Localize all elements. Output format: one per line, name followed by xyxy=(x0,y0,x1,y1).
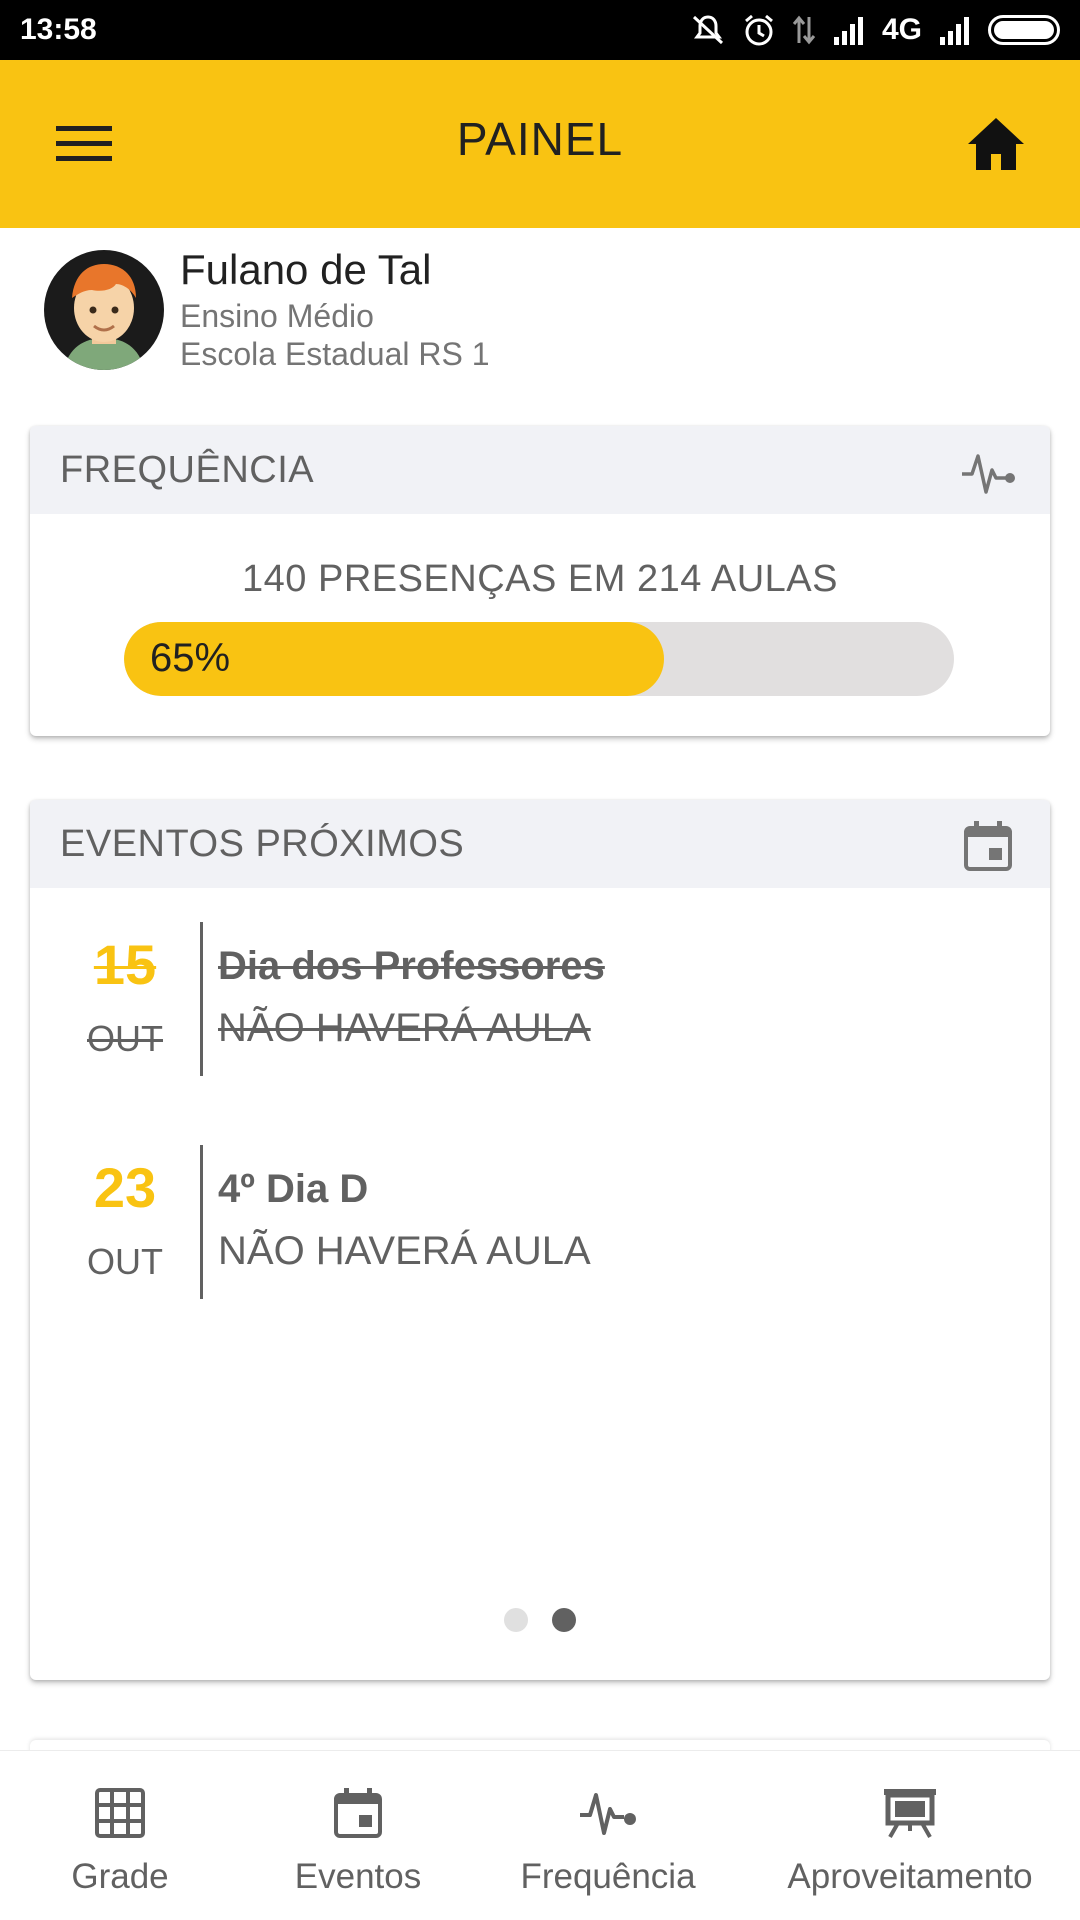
events-card-header: EVENTOS PRÓXIMOS xyxy=(30,800,1050,888)
nav-label: Grade xyxy=(71,1857,169,1896)
status-icons: 4G xyxy=(690,13,1060,47)
presentation-icon xyxy=(880,1783,940,1843)
home-button[interactable] xyxy=(960,110,1032,178)
bottom-navigation: Grade Eventos Frequência Aproveitamento xyxy=(0,1750,1080,1920)
network-type: 4G xyxy=(881,13,922,46)
nav-label: Eventos xyxy=(294,1857,422,1896)
attendance-summary: 140 PRESENÇAS EM 214 AULAS xyxy=(242,558,838,600)
attendance-percentage: 65% xyxy=(150,636,231,680)
nav-item-eventos[interactable]: Eventos xyxy=(240,1751,476,1920)
app-screen: 13:58 4G PAINEL Fulano de Tal Ensino Méd… xyxy=(0,0,1080,1920)
pager-dot[interactable] xyxy=(504,1608,528,1632)
frequency-card[interactable]: FREQUÊNCIA 140 PRESENÇAS EM 214 AULAS 65… xyxy=(30,426,1050,736)
event-divider xyxy=(200,1145,203,1299)
nav-label: Frequência xyxy=(520,1857,696,1896)
grid-icon xyxy=(90,1783,150,1843)
mute-icon xyxy=(690,13,726,47)
status-time: 13:58 xyxy=(20,13,97,46)
signal-icon xyxy=(832,15,866,45)
profile-header: Fulano de Tal Ensino Médio Escola Estadu… xyxy=(44,246,1044,374)
profile-level: Ensino Médio xyxy=(180,298,374,334)
avatar xyxy=(44,250,164,370)
data-arrows-icon xyxy=(792,13,816,47)
pager-dot-active[interactable] xyxy=(552,1608,576,1632)
battery-icon xyxy=(988,15,1060,45)
frequency-card-title: FREQUÊNCIA xyxy=(60,448,315,491)
app-bar: PAINEL xyxy=(0,60,1080,228)
event-title: 4º Dia D xyxy=(218,1167,369,1211)
event-month: OUT xyxy=(87,1241,163,1282)
event-subtitle: NÃO HAVERÁ AULA xyxy=(218,1229,591,1273)
nav-item-frequencia[interactable]: Frequência xyxy=(476,1751,740,1920)
event-day: 15 xyxy=(93,933,157,996)
events-pager xyxy=(30,1608,1050,1632)
nav-label: Aproveitamento xyxy=(787,1857,1033,1896)
frequency-card-header: FREQUÊNCIA xyxy=(30,426,1050,514)
nav-item-aproveitamento[interactable]: Aproveitamento xyxy=(760,1751,1060,1920)
event-divider xyxy=(200,922,203,1076)
page-title: PAINEL xyxy=(456,113,624,165)
event-title: Dia dos Professores xyxy=(218,944,605,988)
event-month: OUT xyxy=(87,1018,163,1059)
pulse-icon xyxy=(960,446,1016,498)
status-bar: 13:58 4G xyxy=(0,0,1080,60)
profile-name: Fulano de Tal xyxy=(180,246,432,293)
events-card[interactable]: EVENTOS PRÓXIMOS 15 OUT Dia dos Professo… xyxy=(30,800,1050,1680)
profile-school: Escola Estadual RS 1 xyxy=(180,336,490,372)
attendance-progress-bar: 65% xyxy=(124,622,954,696)
event-day: 23 xyxy=(93,1156,157,1219)
events-card-title: EVENTOS PRÓXIMOS xyxy=(60,822,465,865)
alarm-icon xyxy=(742,13,776,47)
home-icon xyxy=(968,118,1024,170)
calendar-icon xyxy=(328,1783,388,1843)
calendar-icon xyxy=(960,820,1016,872)
nav-item-grade[interactable]: Grade xyxy=(0,1751,240,1920)
pulse-icon xyxy=(578,1783,638,1843)
event-subtitle: NÃO HAVERÁ AULA xyxy=(218,1006,591,1050)
event-item[interactable]: 23 OUT 4º Dia D NÃO HAVERÁ AULA xyxy=(30,1145,1050,1299)
event-item[interactable]: 15 OUT Dia dos Professores NÃO HAVERÁ AU… xyxy=(30,922,1050,1076)
signal-icon xyxy=(938,15,972,45)
